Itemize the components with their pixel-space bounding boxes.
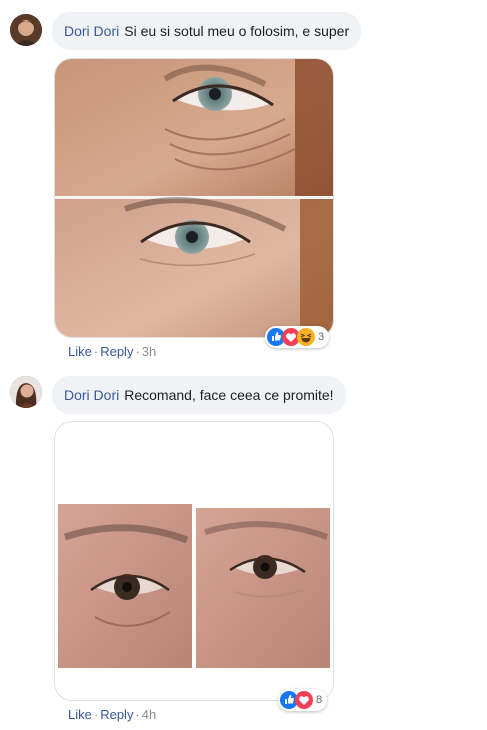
reactions-summary[interactable]: 8 (278, 689, 328, 711)
comment-photo[interactable] (54, 421, 334, 701)
reply-link[interactable]: Reply (100, 344, 133, 359)
comment-bubble: Dori Dori Recomand, face ceea ce promite! (52, 376, 346, 414)
like-link[interactable]: Like (68, 707, 92, 722)
reply-link[interactable]: Reply (100, 707, 133, 722)
comment-text: Si eu si sotul meu o folosim, e super (124, 23, 350, 39)
comment-actions: Like · Reply · 3h (68, 344, 157, 359)
reactions-summary[interactable]: 3 (265, 326, 330, 348)
comment-text: Recomand, face ceea ce promite! (124, 387, 334, 403)
comment-timestamp[interactable]: 3h (142, 344, 156, 359)
love-icon (295, 691, 313, 709)
comment-actions: Like · Reply · 4h (68, 707, 157, 722)
before-after-eye-photo (55, 59, 333, 337)
comment-photo[interactable] (54, 58, 334, 338)
reaction-count: 3 (318, 331, 325, 343)
comment-1: Dori Dori Si eu si sotul meu o folosim, e… (0, 0, 487, 365)
reaction-count: 8 (316, 694, 323, 706)
comment-2: Dori Dori Recomand, face ceea ce promite! (0, 365, 487, 730)
author-name[interactable]: Dori Dori (64, 23, 119, 39)
author-name[interactable]: Dori Dori (64, 387, 119, 403)
comment-bubble: Dori Dori Si eu si sotul meu o folosim, e… (52, 12, 362, 50)
like-link[interactable]: Like (68, 344, 92, 359)
haha-icon (297, 328, 315, 346)
avatar[interactable] (10, 376, 42, 408)
comment-timestamp[interactable]: 4h (142, 707, 156, 722)
before-after-eye-photo (55, 422, 333, 700)
avatar[interactable] (10, 14, 42, 46)
